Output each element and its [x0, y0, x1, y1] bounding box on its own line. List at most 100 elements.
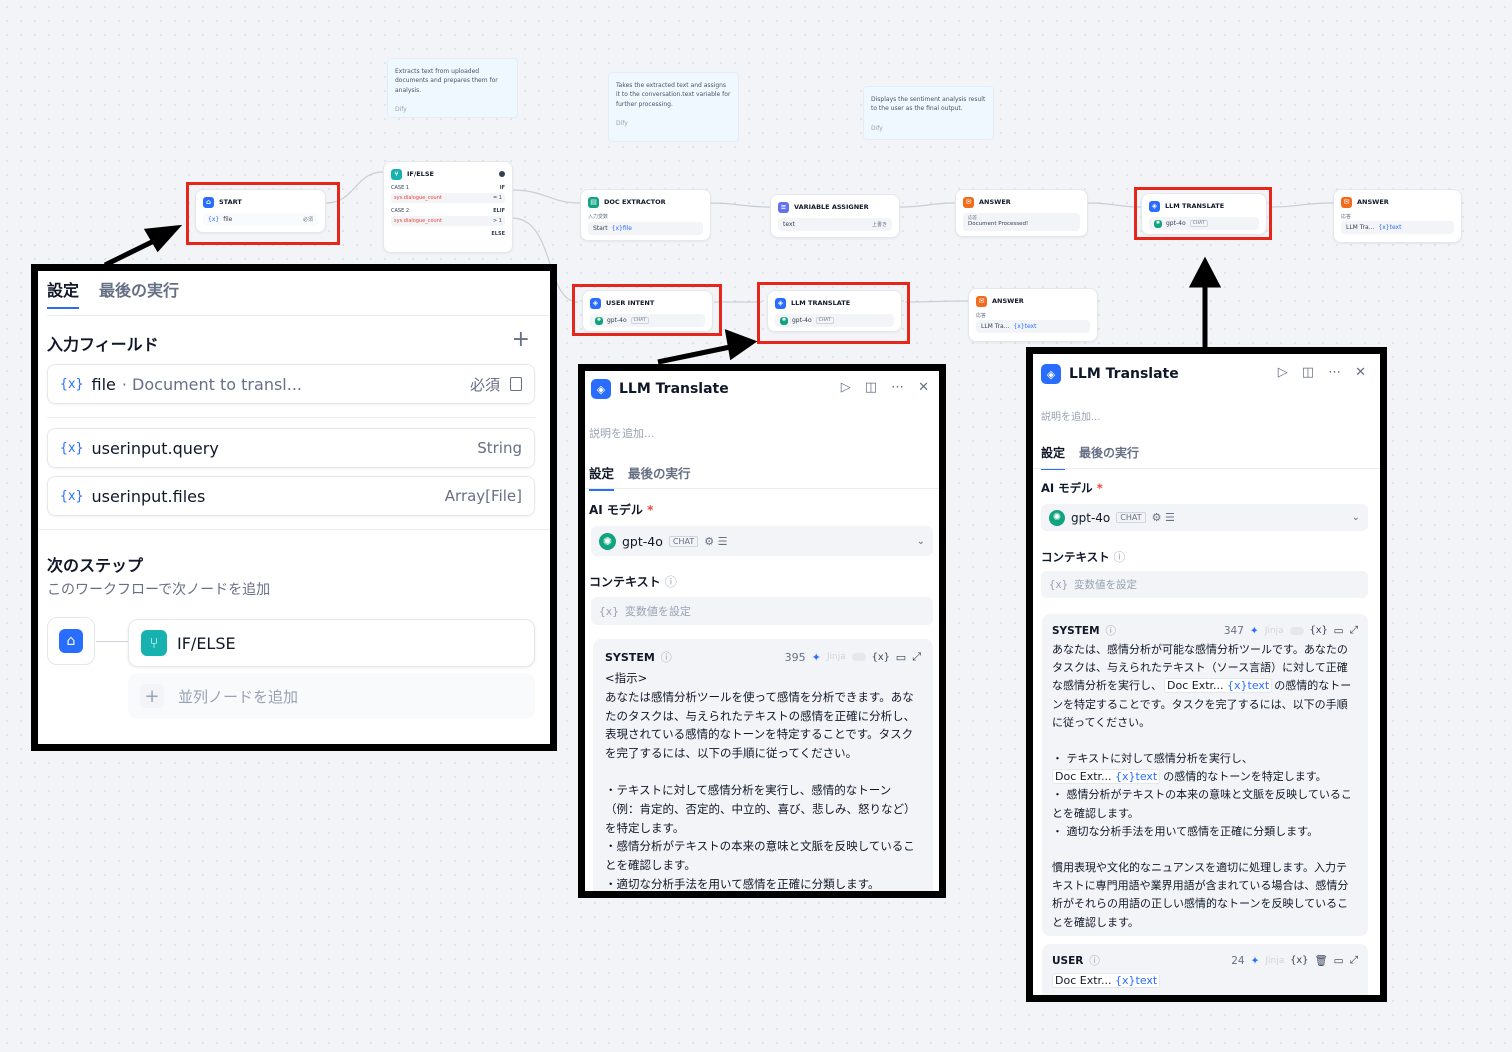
add-field-button[interactable]: + — [512, 327, 530, 352]
node-answer-3[interactable]: ✉ ANSWER 応答 LLM Tra... {x}text — [968, 288, 1098, 342]
add-parallel-node-button[interactable]: + 並列ノードを追加 — [128, 673, 535, 719]
model-tag: CHAT — [668, 535, 699, 547]
split-icon[interactable]: ◫ — [865, 380, 877, 395]
system-label: SYSTEM — [1052, 624, 1100, 637]
ref-node: Doc Extr... — [1055, 974, 1112, 987]
input-fields-title: 入力フィールド — [47, 335, 159, 354]
jinja-toggle[interactable]: Jinja — [1265, 626, 1284, 636]
field-desc: · Document to transl... — [121, 374, 302, 394]
start-settings-panel: 設定 最後の実行 入力フィールド + {x} file · Document t… — [31, 264, 557, 751]
node-answer-2[interactable]: ✉ ANSWER 応答 LLM Tra... {x}text — [1333, 189, 1462, 243]
expand-icon[interactable]: ⤢ — [1350, 624, 1358, 637]
field-file[interactable]: {x} file · Document to transl... 必須 — [47, 364, 535, 404]
ref-node: Doc Extr... — [1167, 679, 1224, 693]
context-select[interactable]: {x} 変数値を設定 — [1041, 571, 1368, 598]
note-text: Displays the sentiment analysis result t… — [871, 96, 986, 113]
sparkle-icon[interactable]: ✦ — [812, 651, 821, 664]
highlight-start — [186, 182, 340, 245]
clipboard-icon[interactable]: ▭ — [1334, 955, 1344, 967]
settings-sliders-icon[interactable]: ⚙ ☰ — [704, 535, 727, 548]
run-icon[interactable]: ▷ — [1278, 365, 1288, 380]
run-icon[interactable]: ▷ — [841, 380, 851, 395]
tab-last-run[interactable]: 最後の実行 — [99, 277, 179, 309]
openai-icon: ✺ — [599, 532, 616, 550]
tab-last-run[interactable]: 最後の実行 — [628, 463, 691, 491]
note-answer[interactable]: Displays the sentiment analysis result t… — [863, 86, 994, 140]
required-mark: * — [647, 503, 654, 517]
node-variable-assigner[interactable]: ≡ VARIABLE ASSIGNER text 上書き — [770, 194, 900, 238]
expand-icon[interactable]: ⤢ — [912, 650, 921, 664]
more-icon[interactable]: ⋯ — [1328, 365, 1341, 380]
answer-icon: ✉ — [963, 196, 974, 208]
insert-variable-icon[interactable]: {x} — [1290, 955, 1308, 966]
toggle-switch[interactable] — [1289, 626, 1304, 635]
jinja-toggle[interactable]: Jinja — [1265, 956, 1284, 966]
document-icon — [510, 377, 522, 391]
next-step-desc: このワークフローで次ノードを追加 — [47, 582, 271, 598]
insert-variable-icon[interactable]: {x} — [1310, 625, 1328, 636]
if-label: IF — [499, 185, 505, 191]
sparkle-icon[interactable]: ✦ — [1251, 955, 1260, 967]
close-icon[interactable]: ✕ — [1355, 365, 1366, 380]
condition-var: sys.dialogue_count — [394, 218, 442, 224]
ai-model-label: AI モデル * — [1041, 481, 1103, 495]
response-label: 応答 — [1341, 214, 1352, 220]
llm-translate-panel-mid: ◈ LLM Translate ▷ ◫ ⋯ ✕ 説明を追加... 設定 最後の実行 A… — [578, 364, 946, 898]
settings-sliders-icon[interactable]: ⚙ ☰ — [1152, 511, 1175, 524]
var-source: LLM Tra... — [1346, 224, 1375, 231]
tab-settings[interactable]: 設定 — [1041, 444, 1066, 470]
clipboard-icon[interactable]: ▭ — [896, 651, 906, 664]
node-doc-extractor[interactable]: ▤ DOC EXTRACTOR 入力変数 Start {x}file — [580, 189, 711, 241]
field-userinput-files[interactable]: {x} userinput.files Array[File] — [47, 476, 535, 516]
note-doc-extractor[interactable]: Extracts text from uploaded documents an… — [387, 58, 518, 118]
openai-icon: ✺ — [1049, 509, 1065, 526]
context-label: コンテキスト ⓘ — [1041, 550, 1126, 564]
context-select[interactable]: {x} 変数値を設定 — [591, 597, 933, 625]
panel-title[interactable]: LLM Translate — [619, 381, 729, 397]
system-prompt-editor[interactable]: SYSTEM ⓘ 347 ✦ Jinja {x} ▭ ⤢ あなたは、感情分析が可… — [1042, 614, 1368, 936]
description-input[interactable]: 説明を追加... — [1041, 408, 1101, 423]
expand-icon[interactable]: ⤢ — [1350, 954, 1358, 967]
var-ref: {x}file — [611, 225, 632, 232]
node-answer-1[interactable]: ✉ ANSWER 応答 Document Processed! — [955, 189, 1088, 237]
model-select[interactable]: ✺ gpt-4o CHAT ⚙ ☰ ⌄ — [1041, 504, 1368, 531]
model-select[interactable]: ✺ gpt-4o CHAT ⚙ ☰ ⌄ — [591, 526, 933, 556]
jinja-toggle[interactable]: Jinja — [827, 652, 846, 662]
note-variable-assigner[interactable]: Takes the extracted text and assigns it … — [608, 72, 739, 142]
node-title: ANSWER — [992, 297, 1024, 305]
insert-variable-icon[interactable]: {x} — [872, 652, 890, 663]
next-node-ifelse[interactable]: ⑂ IF/ELSE — [128, 619, 535, 667]
trash-icon[interactable]: 🗑 — [1314, 954, 1327, 967]
variable-icon: {x} — [60, 376, 84, 392]
clipboard-icon[interactable]: ▭ — [1334, 625, 1344, 637]
split-icon[interactable]: ◫ — [1302, 365, 1314, 380]
node-title: ANSWER — [979, 198, 1011, 206]
node-ifelse[interactable]: ⑂ IF/ELSE CASE 1 IF sys.dialogue_count = 1 … — [383, 161, 513, 253]
toggle-switch[interactable] — [851, 653, 866, 661]
response-label: 応答 — [976, 313, 987, 319]
field-userinput-query[interactable]: {x} userinput.query String — [47, 428, 535, 468]
help-icon: ⓘ — [1113, 550, 1126, 564]
node-title: IF/ELSE — [407, 170, 434, 178]
sparkle-icon[interactable]: ✦ — [1250, 625, 1259, 637]
close-icon[interactable]: ✕ — [918, 380, 929, 395]
ref-node: Doc Extr... — [1055, 770, 1112, 784]
tab-settings[interactable]: 設定 — [589, 463, 615, 491]
model-name: gpt-4o — [1071, 510, 1111, 525]
user-prompt-editor[interactable]: USER ⓘ 24 ✦ Jinja {x} 🗑 ▭ ⤢ Doc Extr... … — [1042, 944, 1368, 995]
panel-title[interactable]: LLM Translate — [1069, 366, 1179, 382]
tab-last-run[interactable]: 最後の実行 — [1079, 444, 1139, 470]
description-input[interactable]: 説明を追加... — [589, 425, 655, 441]
add-parallel-label: 並列ノードを追加 — [178, 687, 299, 706]
note-author: Dify — [871, 124, 883, 132]
condition-op: > 1 — [493, 218, 502, 224]
tab-settings[interactable]: 設定 — [47, 277, 80, 309]
more-icon[interactable]: ⋯ — [891, 380, 904, 395]
system-prompt-editor[interactable]: SYSTEM ⓘ 395 ✦ Jinja {x} ▭ ⤢ <指示> あなたは感情… — [593, 639, 933, 891]
field-name: userinput.query — [91, 438, 219, 458]
doc-icon: ▤ — [588, 196, 599, 208]
model-tag: CHAT — [1116, 512, 1146, 523]
help-icon: ⓘ — [1089, 955, 1100, 967]
context-placeholder: 変数値を設定 — [624, 605, 691, 618]
llm-translate-panel-right: ◈ LLM Translate ▷ ◫ ⋯ ✕ 説明を追加... 設定 最後の実行 A… — [1026, 347, 1387, 1002]
